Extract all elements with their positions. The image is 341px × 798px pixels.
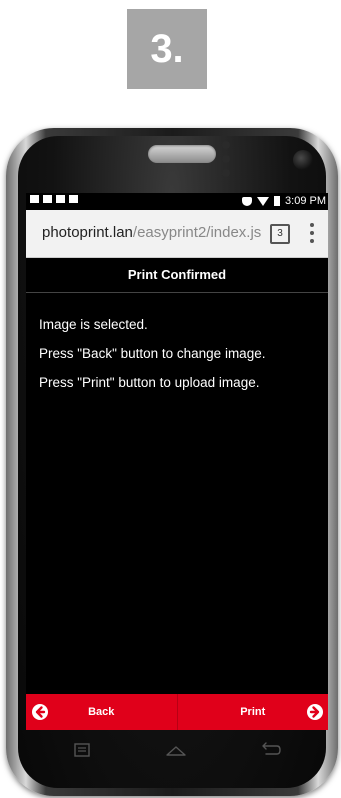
home-icon[interactable] (164, 742, 188, 764)
message-list: Image is selected. Press "Back" button t… (39, 317, 321, 404)
back-button[interactable]: Back (26, 694, 177, 730)
url-path: /easyprint2/index.js (132, 224, 262, 241)
url-field[interactable]: photoprint.lan/easyprint2/index.js (42, 224, 264, 244)
system-icons: 3:09 PM (242, 195, 326, 207)
recent-apps-icon[interactable] (73, 742, 91, 764)
action-footer: Back Print (26, 694, 328, 730)
clock: 3:09 PM (285, 195, 326, 207)
notification-icons (30, 195, 78, 203)
arrow-right-circle-icon (307, 704, 323, 720)
wifi-icon (257, 196, 270, 206)
battery-icon (274, 196, 281, 206)
front-camera (293, 150, 313, 170)
proximity-sensor (222, 141, 230, 149)
light-sensor (222, 155, 230, 163)
url-host: photoprint.lan (42, 224, 133, 241)
print-label: Print (240, 706, 266, 718)
status-bar: 3:09 PM (26, 193, 328, 210)
tab-count-icon[interactable]: 3 (270, 224, 290, 244)
app-notification-icon (69, 195, 78, 203)
back-label: Back (88, 706, 115, 718)
arrow-left-circle-icon (32, 704, 48, 720)
message-line: Press "Print" button to upload image. (39, 375, 260, 390)
app-notification-icon (43, 195, 52, 203)
step-badge: 3. (127, 9, 207, 89)
message-line: Image is selected. (39, 317, 148, 332)
browser-address-bar[interactable]: photoprint.lan/easyprint2/index.js 3 (26, 210, 328, 258)
message-line: Press "Back" button to change image. (39, 346, 266, 361)
app-notification-icon (56, 195, 65, 203)
earpiece-speaker (148, 145, 216, 163)
phone-screen: 3:09 PM photoprint.lan/easyprint2/index.… (26, 193, 328, 730)
page-title: Print Confirmed (26, 257, 328, 293)
image-notification-icon (30, 195, 39, 203)
kebab-menu-icon[interactable] (309, 223, 315, 243)
vpn-icon (242, 196, 253, 206)
indicator-sensor (222, 169, 230, 177)
print-button[interactable]: Print (176, 694, 329, 730)
nav-back-icon[interactable] (258, 742, 282, 764)
